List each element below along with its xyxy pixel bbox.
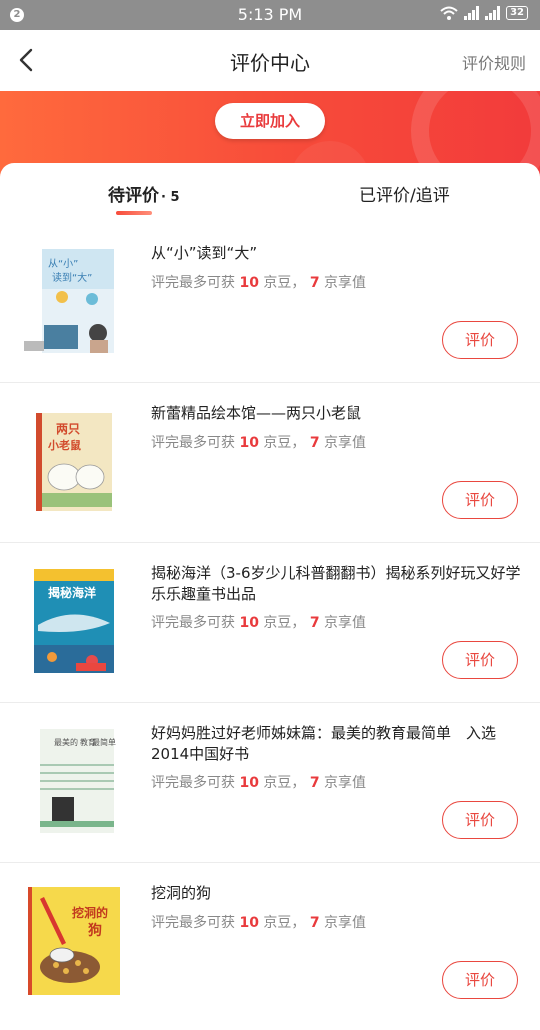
battery-icon: 32 bbox=[506, 6, 528, 20]
item-title[interactable]: 从“小”读到“大” bbox=[151, 243, 521, 264]
cover-text: 两只 bbox=[56, 422, 80, 436]
item-title[interactable]: 挖洞的狗 bbox=[151, 883, 521, 904]
cover-text: 狗 bbox=[88, 922, 102, 939]
reward-info: 评完最多可获 10 京豆， 7 京享值 bbox=[151, 432, 366, 452]
wifi-icon bbox=[440, 6, 458, 20]
list-item: 从“小” 读到“大” 从“小”读到“大” 评完最多可获 10 京豆， 7 京享值… bbox=[0, 223, 540, 383]
tab-bar: 待评价 · 5 已评价/追评 bbox=[0, 163, 540, 223]
reward-prefix: 评完最多可获 bbox=[151, 275, 235, 291]
reward-value-unit: 京享值 bbox=[324, 275, 367, 291]
item-title[interactable]: 揭秘海洋（3-6岁少儿科普翻翻书）揭秘系列好玩又好学 乐乐趣童书出品 bbox=[151, 563, 521, 605]
reward-beans-unit: 京豆， bbox=[263, 275, 306, 291]
reward-prefix: 评完最多可获 bbox=[151, 435, 235, 451]
reward-prefix: 评完最多可获 bbox=[151, 775, 235, 791]
status-icons: 32 bbox=[440, 6, 528, 20]
reward-beans-unit: 京豆， bbox=[263, 775, 306, 791]
reward-info: 评完最多可获 10 京豆， 7 京享值 bbox=[151, 772, 366, 792]
review-button[interactable]: 评价 bbox=[442, 801, 518, 839]
signal-icon-2 bbox=[485, 6, 501, 20]
cover-text: 从“小” bbox=[48, 258, 78, 270]
reward-beans: 10 bbox=[239, 275, 259, 291]
reward-value-unit: 京享值 bbox=[324, 915, 367, 931]
reward-value: 7 bbox=[309, 435, 320, 451]
list-item: 两只 小老鼠 新蕾精品绘本馆——两只小老鼠 评完最多可获 10 京豆， 7 京享… bbox=[0, 383, 540, 543]
review-button[interactable]: 评价 bbox=[442, 961, 518, 999]
reward-value-unit: 京享值 bbox=[324, 435, 367, 451]
reward-prefix: 评完最多可获 bbox=[151, 915, 235, 931]
reward-beans-unit: 京豆， bbox=[263, 435, 306, 451]
cover-text: 最简单 bbox=[92, 737, 116, 747]
cover-text: 揭秘海洋 bbox=[48, 585, 96, 600]
reward-beans: 10 bbox=[239, 775, 259, 791]
reward-value: 7 bbox=[309, 915, 320, 931]
item-title[interactable]: 新蕾精品绘本馆——两只小老鼠 bbox=[151, 403, 521, 424]
book-cover-image[interactable]: 从“小” 读到“大” bbox=[22, 245, 120, 357]
book-cover-image[interactable]: 最美的 教育 最简单 bbox=[22, 725, 120, 837]
reward-beans-unit: 京豆， bbox=[263, 915, 306, 931]
page-title: 评价中心 bbox=[230, 51, 310, 75]
cover-text: 挖洞的 bbox=[72, 905, 108, 920]
reward-value: 7 bbox=[309, 275, 320, 291]
cover-text: 小老鼠 bbox=[47, 438, 81, 452]
review-button[interactable]: 评价 bbox=[442, 481, 518, 519]
tab-active-indicator bbox=[116, 211, 152, 215]
reward-value-unit: 京享值 bbox=[324, 775, 367, 791]
reward-info: 评完最多可获 10 京豆， 7 京享值 bbox=[151, 272, 366, 292]
book-cover-image[interactable]: 揭秘海洋 bbox=[22, 565, 120, 677]
reward-beans: 10 bbox=[239, 615, 259, 631]
list-item: 挖洞的 狗 挖洞的狗 评完最多可获 10 京豆， 7 京享值 评价 bbox=[0, 863, 540, 1023]
status-bar: 2 5:13 PM 32 bbox=[0, 0, 540, 30]
list-item: 揭秘海洋 揭秘海洋（3-6岁少儿科普翻翻书）揭秘系列好玩又好学 乐乐趣童书出品 … bbox=[0, 543, 540, 703]
review-panel: 待评价 · 5 已评价/追评 从“小” 读到“大” 从“小”读到“大” 评完最多可… bbox=[0, 163, 540, 1030]
reward-beans: 10 bbox=[239, 915, 259, 931]
book-cover-image[interactable]: 两只 小老鼠 bbox=[22, 405, 120, 517]
reward-info: 评完最多可获 10 京豆， 7 京享值 bbox=[151, 912, 366, 932]
tab-reviewed[interactable]: 已评价/追评 bbox=[359, 181, 450, 206]
reward-beans-unit: 京豆， bbox=[263, 615, 306, 631]
reward-value-unit: 京享值 bbox=[324, 615, 367, 631]
signal-icon bbox=[464, 6, 480, 20]
review-button[interactable]: 评价 bbox=[442, 321, 518, 359]
join-now-button[interactable]: 立即加入 bbox=[215, 103, 325, 139]
reward-beans: 10 bbox=[239, 435, 259, 451]
tab-pending-review[interactable]: 待评价 · 5 bbox=[108, 181, 180, 206]
reward-info: 评完最多可获 10 京豆， 7 京享值 bbox=[151, 612, 366, 632]
reward-prefix: 评完最多可获 bbox=[151, 615, 235, 631]
reward-value: 7 bbox=[309, 775, 320, 791]
cover-text: 读到“大” bbox=[52, 271, 92, 284]
review-button[interactable]: 评价 bbox=[442, 641, 518, 679]
tab-pending-count: · 5 bbox=[161, 190, 180, 205]
cover-text: 最美的 bbox=[54, 737, 78, 747]
book-cover-image[interactable]: 挖洞的 狗 bbox=[22, 885, 120, 997]
nav-bar: 评价中心 评价规则 bbox=[0, 30, 540, 91]
reward-value: 7 bbox=[309, 615, 320, 631]
list-item: 最美的 教育 最简单 好妈妈胜过好老师姊妹篇：最美的教育最简单 入选2014中国… bbox=[0, 703, 540, 863]
tab-pending-label: 待评价 bbox=[108, 186, 159, 206]
review-rules-link[interactable]: 评价规则 bbox=[462, 50, 526, 74]
item-title[interactable]: 好妈妈胜过好老师姊妹篇：最美的教育最简单 入选2014中国好书 bbox=[151, 723, 521, 765]
